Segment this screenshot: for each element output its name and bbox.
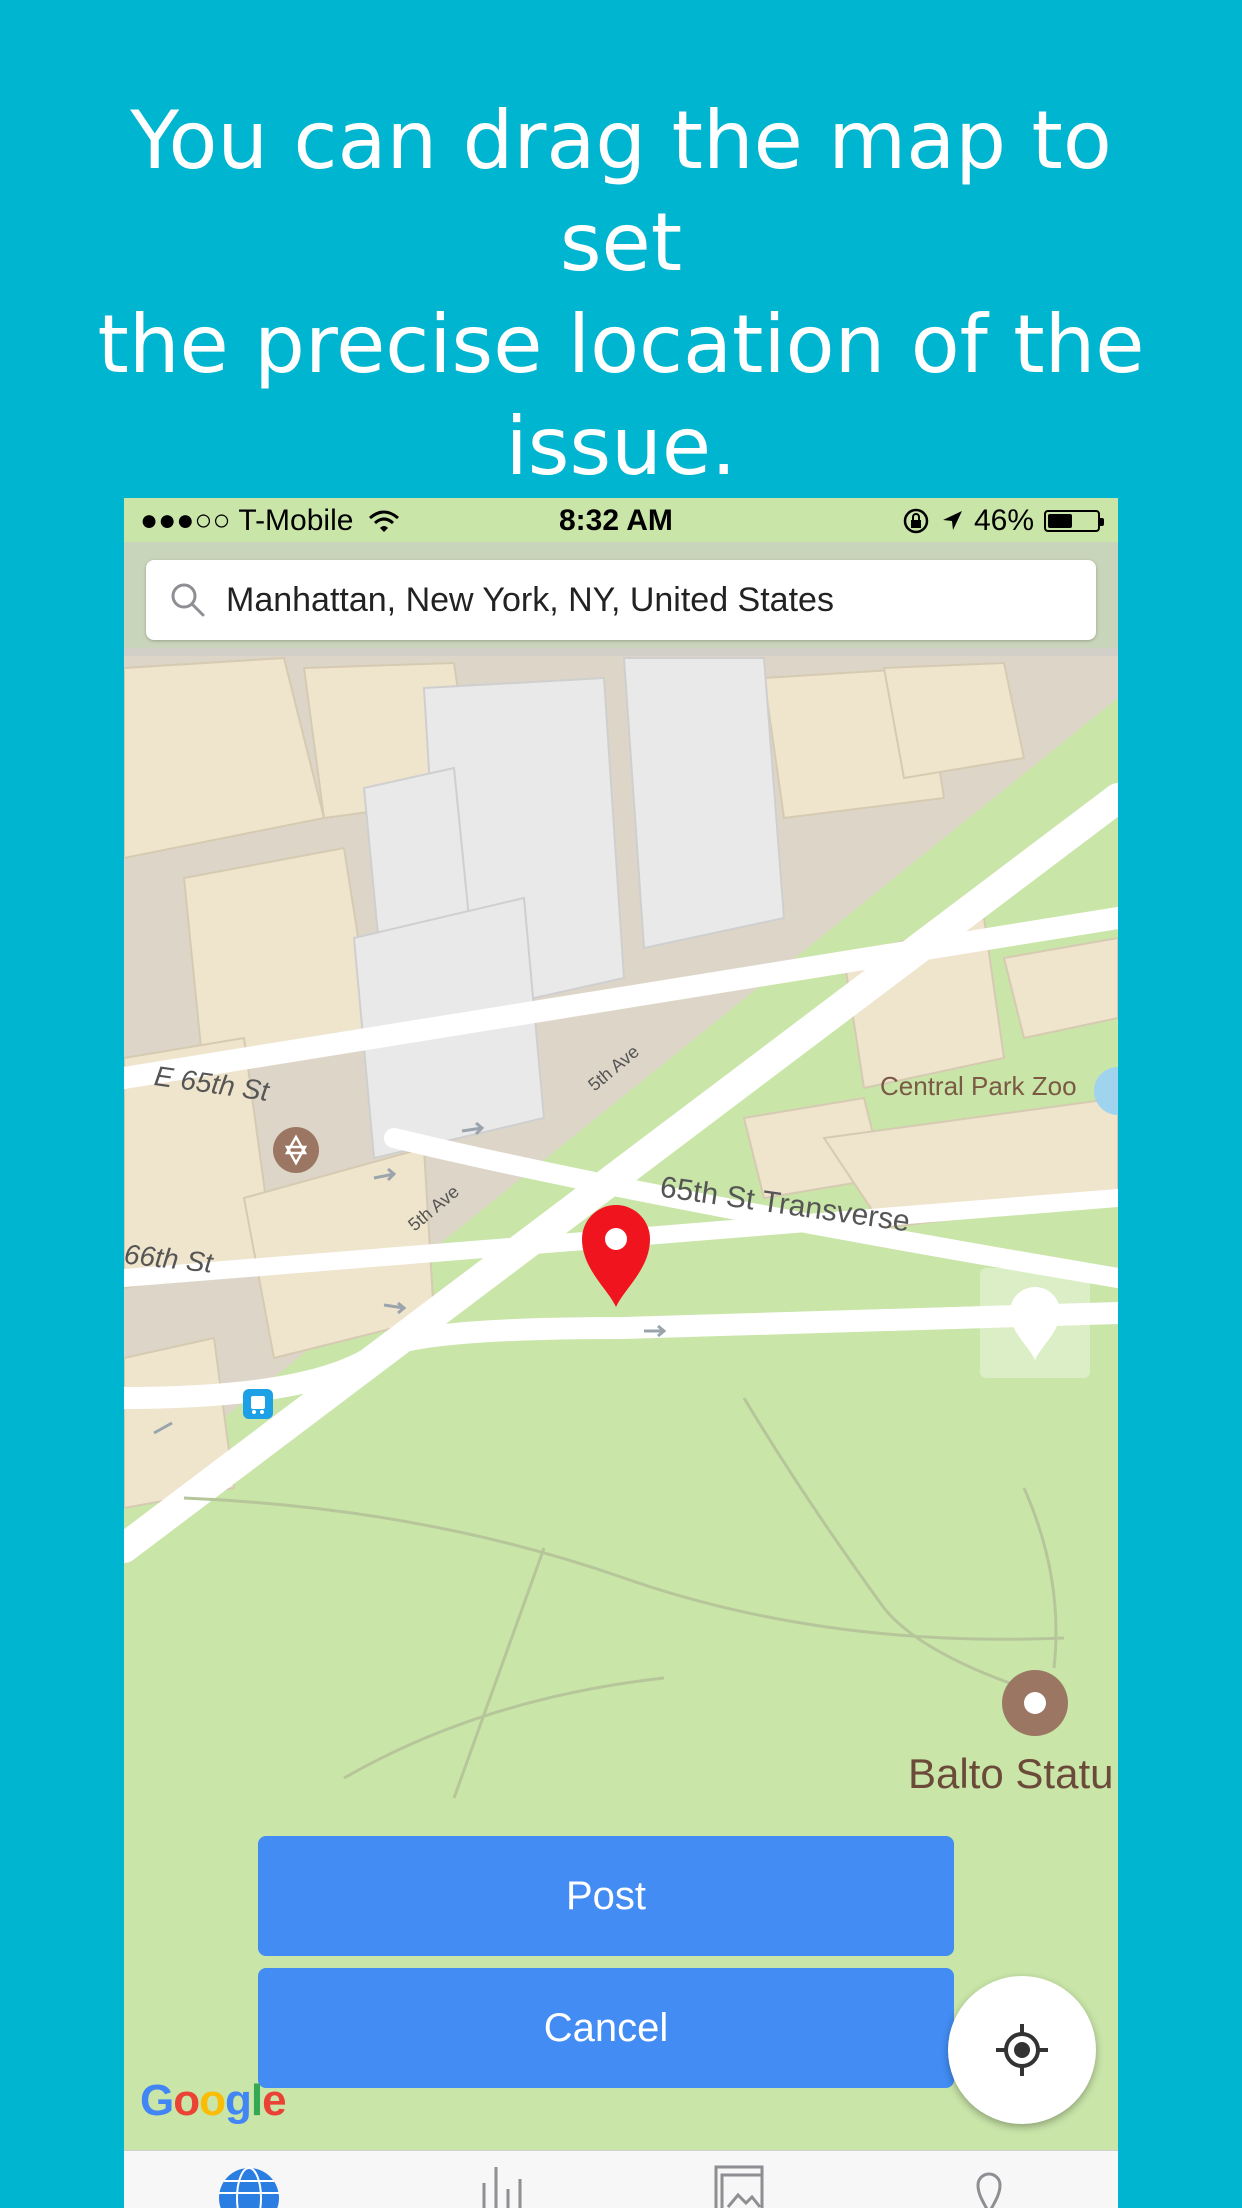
carrier-signal: ●●●○○ T-Mobile <box>140 504 400 538</box>
promo-caption: You can drag the map to set the precise … <box>60 90 1182 498</box>
pin-icon[interactable] <box>954 2163 1024 2208</box>
google-letter-g2: g <box>225 2076 252 2125</box>
google-letter-g: G <box>140 2076 174 2125</box>
poi-label-zoo: Central Park Zoo <box>880 1071 1077 1101</box>
globe-icon[interactable] <box>214 2163 284 2208</box>
promo-line-3: issue. <box>505 400 737 493</box>
search-input[interactable]: Manhattan, New York, NY, United States <box>226 581 834 620</box>
marker-icon <box>1010 1287 1060 1360</box>
location-arrow-icon <box>942 511 962 530</box>
carrier-label: ●●●○○ T-Mobile <box>140 504 354 537</box>
tab-bar <box>124 2150 1118 2208</box>
promo-line-2: the precise location of the <box>97 298 1145 391</box>
crosshair-icon <box>996 2024 1048 2076</box>
phone-screen: E 65th St 66th St 5th Ave 5th Ave 65th S… <box>124 498 1118 2208</box>
post-button[interactable]: Post <box>258 1836 954 1956</box>
my-location-button[interactable] <box>948 1976 1096 2124</box>
status-time: 8:32 AM <box>559 504 673 537</box>
google-letter-e: e <box>262 2076 287 2125</box>
status-bar: ●●●○○ T-Mobile 8:32 AM 46% <box>124 498 1118 542</box>
battery-icon <box>1044 510 1104 532</box>
google-letter-o1: o <box>173 2076 200 2125</box>
google-letter-l: l <box>250 2076 263 2125</box>
google-letter-o2: o <box>199 2076 226 2125</box>
bus-stop-icon[interactable] <box>242 1388 274 1420</box>
chart-icon[interactable] <box>464 2163 534 2208</box>
promo-line-1: You can drag the map to set <box>130 94 1112 289</box>
location-pin-icon[interactable] <box>580 1203 652 1309</box>
rotation-lock-icon <box>903 508 929 534</box>
map-marker-overlay[interactable] <box>980 1268 1090 1378</box>
cancel-button[interactable]: Cancel <box>258 1968 954 2088</box>
search-bar[interactable]: Manhattan, New York, NY, United States <box>146 560 1096 640</box>
poi-label-balto: Balto Statu <box>908 1750 1114 1797</box>
wifi-icon <box>368 510 399 533</box>
battery-percent: 46% <box>973 504 1034 537</box>
synagogue-icon[interactable] <box>272 1126 320 1174</box>
status-right-group: 46% <box>902 504 1104 538</box>
search-icon <box>171 583 205 617</box>
gallery-icon[interactable] <box>704 2163 774 2208</box>
google-logo: Google <box>140 2076 287 2126</box>
balto-statue-icon[interactable] <box>1000 1668 1070 1738</box>
